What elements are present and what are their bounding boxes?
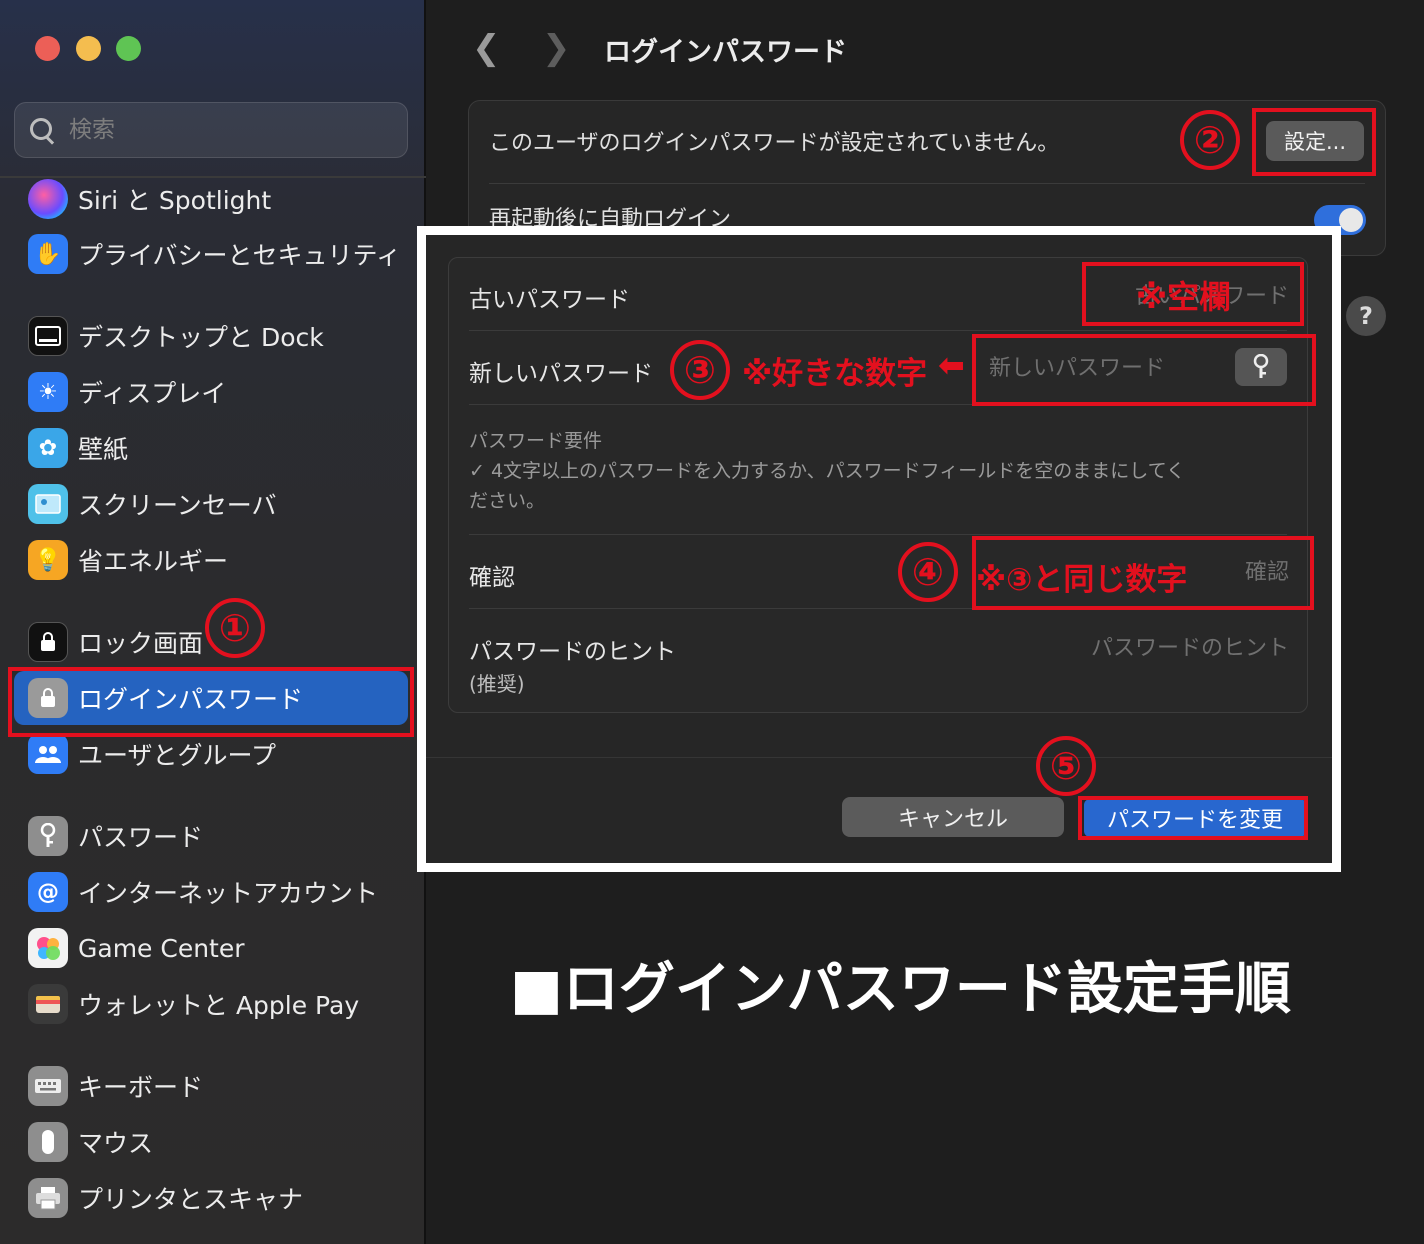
sidebar-item-label: Game Center xyxy=(78,933,245,963)
sidebar-item-internet-accounts[interactable]: @ インターネットアカウント xyxy=(14,865,408,919)
note-new-password-any-number: ※好きな数字 xyxy=(742,356,928,392)
sidebar-item-label: プライバシーとセキュリティ xyxy=(78,241,402,270)
sidebar-item-label: マウス xyxy=(78,1129,154,1158)
sidebar-item-printers-scanners[interactable]: プリンタとスキャナ xyxy=(14,1171,408,1225)
minimize-window-button[interactable] xyxy=(76,36,101,61)
search-icon xyxy=(29,117,55,143)
wallpaper-flower-icon: ✿ xyxy=(28,428,68,468)
card-divider xyxy=(489,183,1365,184)
forward-chevron-icon[interactable]: ❯ xyxy=(542,28,571,68)
sidebar-item-label: プリンタとスキャナ xyxy=(78,1185,304,1214)
note-old-password-blank: ※空欄 xyxy=(1136,278,1232,316)
note-confirm-same-number: ※③と同じ数字 xyxy=(976,562,1188,598)
sidebar-item-label: Siri と Spotlight xyxy=(78,186,272,215)
help-button[interactable]: ? xyxy=(1346,296,1386,336)
sidebar-item-game-center[interactable]: Game Center xyxy=(14,921,408,975)
new-password-label: 新しいパスワード xyxy=(469,361,653,387)
siri-icon xyxy=(28,179,68,219)
sidebar-item-label: 壁紙 xyxy=(78,435,129,464)
highlight-settings-button xyxy=(1252,108,1376,176)
screensaver-icon xyxy=(28,484,68,524)
sidebar-item-energy-saver[interactable]: 💡 省エネルギー xyxy=(14,533,408,587)
password-hint-label: パスワードのヒント xyxy=(469,639,676,665)
mouse-icon xyxy=(28,1122,68,1162)
sidebar-item-siri-spotlight[interactable]: Siri と Spotlight xyxy=(14,172,408,226)
sidebar-item-label: デスクトップと Dock xyxy=(78,323,324,352)
lock-screen-icon xyxy=(28,622,68,662)
password-status-text: このユーザのログインパスワードが設定されていません。 xyxy=(489,131,1060,156)
users-groups-icon xyxy=(28,734,68,774)
sidebar-item-passwords[interactable]: パスワード xyxy=(14,809,408,863)
sidebar-item-label: 省エネルギー xyxy=(78,547,229,576)
search-box[interactable] xyxy=(14,102,408,158)
old-password-label: 古いパスワード xyxy=(469,287,630,313)
sidebar-item-label: インターネットアカウント xyxy=(78,879,379,908)
highlight-change-password-button xyxy=(1078,796,1308,840)
highlight-new-password-field xyxy=(972,334,1316,406)
step-2-marker: ② xyxy=(1180,110,1240,170)
password-requirements-title: パスワード要件 xyxy=(469,430,603,452)
guide-caption: ■ログインパスワード設定手順 xyxy=(510,957,1291,1022)
step-3-marker: ③ xyxy=(670,340,730,400)
step-1-marker: ① xyxy=(205,598,265,658)
back-chevron-icon[interactable]: ❮ xyxy=(472,28,501,68)
sidebar-item-label: スクリーンセーバ xyxy=(78,491,277,520)
dialog-footer-divider xyxy=(426,757,1332,758)
password-requirements-text: ✓ 4文字以上のパスワードを入力するか、パスワードフィールドを空のままにしてくだ… xyxy=(469,460,1186,512)
sidebar-item-wallet-apple-pay[interactable]: ウォレットと Apple Pay xyxy=(14,977,408,1031)
row-divider xyxy=(469,534,1287,535)
highlight-login-password-item xyxy=(8,667,414,737)
sidebar-item-label: ディスプレイ xyxy=(78,379,227,408)
password-hint-field[interactable] xyxy=(1009,630,1289,666)
sidebar-item-label: パスワード xyxy=(78,823,204,852)
passwords-key-icon xyxy=(28,816,68,856)
confirm-label: 確認 xyxy=(469,565,515,591)
keyboard-icon xyxy=(28,1066,68,1106)
energy-bulb-icon: 💡 xyxy=(28,540,68,580)
page-title: ログインパスワード xyxy=(604,37,847,68)
sidebar-item-label: ウォレットと Apple Pay xyxy=(78,991,360,1020)
printer-icon xyxy=(28,1178,68,1218)
wallet-icon xyxy=(28,984,68,1024)
sidebar-item-privacy-security[interactable]: ✋ プライバシーとセキュリティ xyxy=(14,227,408,281)
internet-accounts-at-icon: @ xyxy=(28,872,68,912)
desktop-dock-icon xyxy=(28,316,68,356)
cancel-button[interactable]: キャンセル xyxy=(842,797,1064,837)
password-hint-recommended: (推奨) xyxy=(469,672,525,696)
sidebar-item-wallpaper[interactable]: ✿ 壁紙 xyxy=(14,421,408,475)
display-brightness-icon: ☀ xyxy=(28,372,68,412)
close-window-button[interactable] xyxy=(35,36,60,61)
row-divider xyxy=(469,330,1287,331)
privacy-hand-icon: ✋ xyxy=(28,234,68,274)
step-4-marker: ④ xyxy=(898,542,958,602)
sidebar-item-mouse[interactable]: マウス xyxy=(14,1115,408,1169)
sidebar-item-keyboard[interactable]: キーボード xyxy=(14,1059,408,1113)
sidebar-item-screensaver[interactable]: スクリーンセーバ xyxy=(14,477,408,531)
arrow-left-icon: ⬅ xyxy=(938,346,965,384)
search-input[interactable] xyxy=(69,117,369,143)
game-center-icon xyxy=(28,928,68,968)
sidebar-item-label: キーボード xyxy=(78,1073,204,1102)
sidebar-item-label: ユーザとグループ xyxy=(78,741,277,770)
sidebar-item-displays[interactable]: ☀ ディスプレイ xyxy=(14,365,408,419)
step-5-marker: ⑤ xyxy=(1036,736,1096,796)
sidebar-item-label: ロック画面 xyxy=(78,629,204,658)
zoom-window-button[interactable] xyxy=(116,36,141,61)
sidebar-item-desktop-dock[interactable]: デスクトップと Dock xyxy=(14,309,408,363)
